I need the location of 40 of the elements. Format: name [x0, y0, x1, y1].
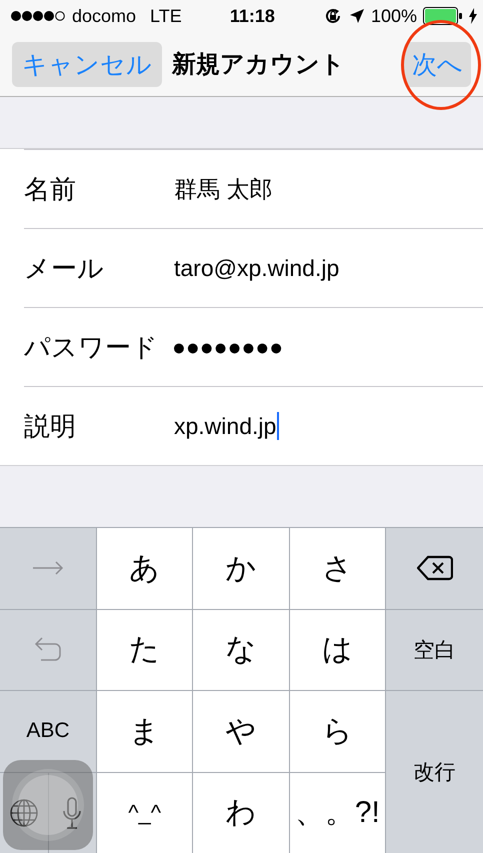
carrier-name: docomo — [72, 6, 136, 26]
return-key[interactable]: 改行 — [386, 691, 483, 853]
emoticon-key[interactable]: ^_^ — [97, 772, 192, 853]
location-arrow-icon — [348, 8, 365, 24]
microphone-key[interactable] — [48, 772, 96, 853]
kana-key[interactable]: か — [193, 528, 289, 608]
field-label: メール — [24, 252, 105, 284]
globe-icon — [8, 798, 39, 828]
delete-key[interactable] — [386, 528, 483, 608]
field-label: 説明 — [24, 410, 77, 442]
kana-key[interactable]: さ — [290, 528, 385, 608]
kana-key[interactable]: な — [193, 610, 289, 690]
network-type: LTE — [150, 6, 182, 26]
globe-key[interactable] — [0, 772, 48, 853]
space-key[interactable]: 空白 — [386, 610, 483, 690]
arrow-right-icon — [32, 561, 64, 576]
kana-key[interactable]: 、。?! — [290, 772, 385, 853]
input-field[interactable]: taro@xp.wind.jp — [174, 254, 340, 282]
input-field[interactable]: ●●●●●●●● — [172, 334, 284, 360]
kana-key[interactable]: は — [290, 610, 385, 690]
delete-icon — [416, 555, 452, 582]
kana-key[interactable]: あ — [97, 528, 192, 608]
text-cursor — [277, 412, 280, 440]
kana-key[interactable]: た — [97, 610, 192, 690]
assistive-touch-button[interactable] — [3, 760, 93, 850]
signal-icon — [10, 10, 66, 22]
input-field[interactable]: 群馬 太郎 — [174, 174, 272, 204]
kana-key[interactable]: わ — [193, 772, 289, 853]
battery-percent: 100% — [370, 6, 417, 26]
kana-key[interactable]: ま — [97, 691, 192, 772]
kana-key[interactable]: や — [193, 691, 289, 772]
screen-title: 新規アカウント — [172, 50, 346, 80]
keyboard-switch-key[interactable]: ABC — [0, 691, 96, 772]
field-label: パスワード — [24, 330, 158, 364]
kana-key[interactable]: ら — [290, 691, 385, 772]
input-field[interactable]: xp.wind.jp — [174, 412, 280, 440]
status-time: 11:18 — [228, 6, 276, 26]
field-label: 名前 — [24, 172, 77, 206]
microphone-icon — [62, 796, 82, 830]
charging-bolt-icon — [469, 8, 477, 24]
